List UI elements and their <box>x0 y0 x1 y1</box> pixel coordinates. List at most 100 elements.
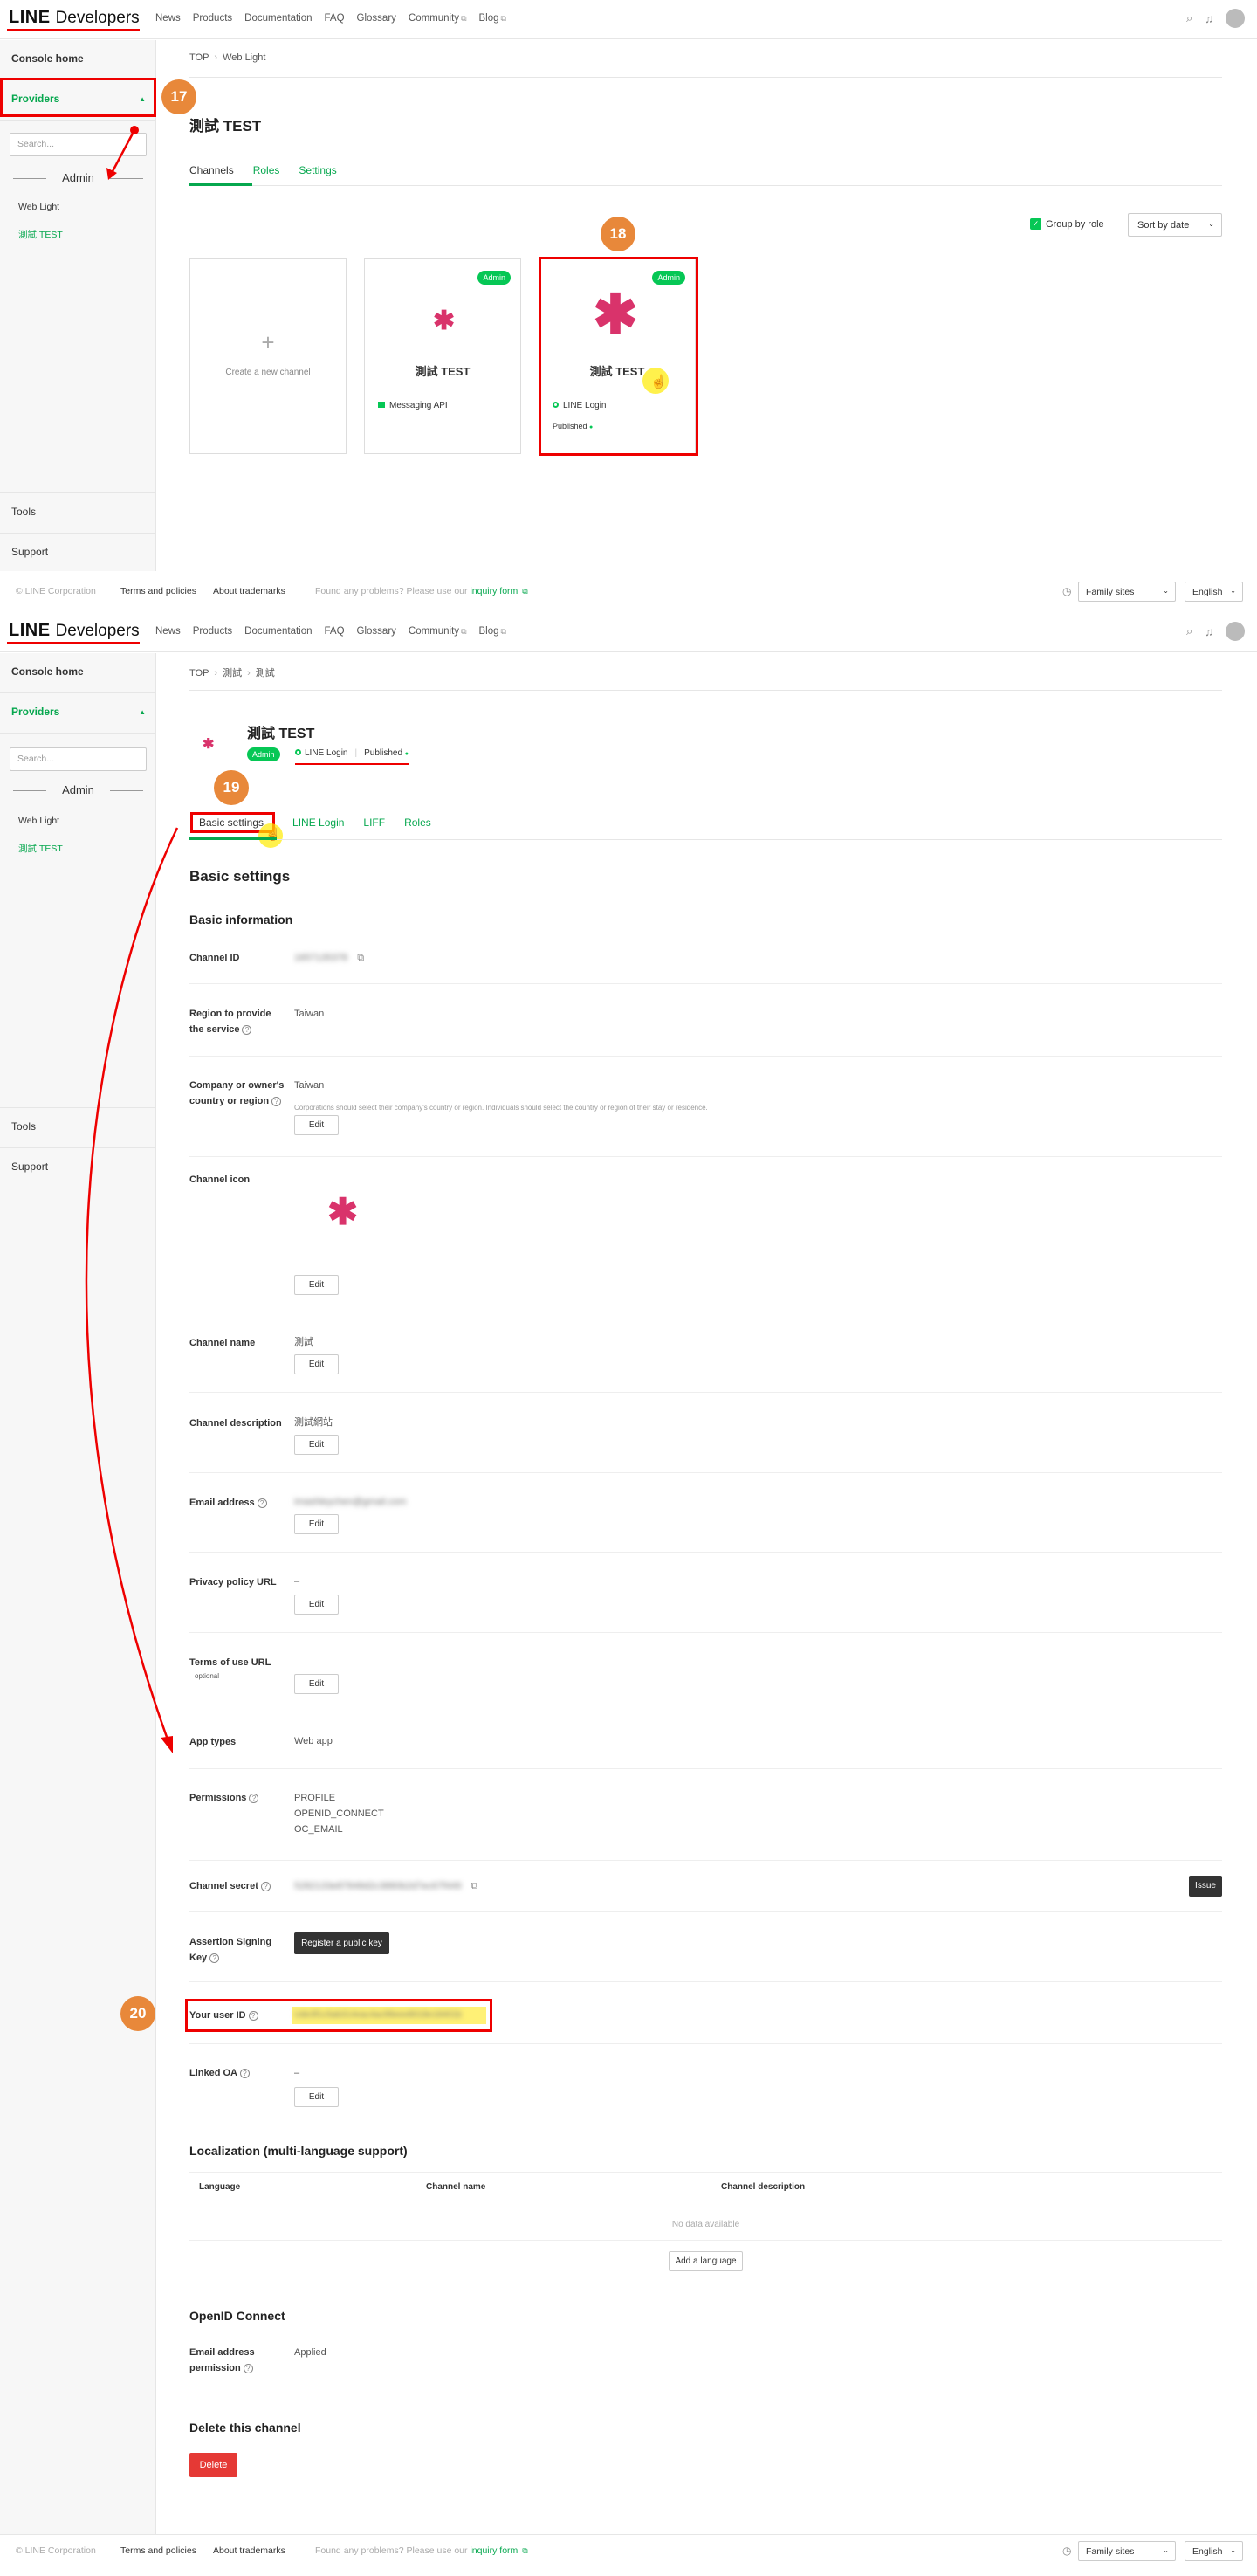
help-icon[interactable]: ? <box>249 1793 259 1803</box>
inquiry-form-link[interactable]: inquiry form <box>470 586 518 596</box>
permission-item: OC_EMAIL <box>294 1824 343 1835</box>
edit-email-button[interactable]: Edit <box>294 1514 339 1534</box>
channel-card-messaging-api[interactable]: Admin ✱ 測試 TEST Messaging API <box>364 258 521 454</box>
nav-news[interactable]: News <box>155 13 181 24</box>
nav-faq[interactable]: FAQ <box>325 626 345 637</box>
search-icon[interactable]: ⌕ <box>1186 624 1192 638</box>
nav-documentation[interactable]: Documentation <box>244 13 312 24</box>
help-icon[interactable]: ? <box>257 1498 267 1508</box>
channel-secret-value: 5282133e87848d2c3880b2d7ec67f449 <box>294 1881 462 1891</box>
admin-badge: Admin <box>247 747 280 761</box>
tab-roles[interactable]: Roles <box>404 816 431 829</box>
tab-roles[interactable]: Roles <box>253 164 280 176</box>
nav-community[interactable]: Community ⧉ <box>409 13 467 24</box>
line-developers-logo[interactable]: LINE Developers <box>9 8 140 28</box>
language-select[interactable]: English ⌄ <box>1185 2541 1243 2561</box>
nav-products[interactable]: Products <box>193 13 232 24</box>
divider <box>189 690 1222 691</box>
avatar[interactable] <box>1226 9 1245 28</box>
sidebar-provider-test[interactable]: 測試 TEST <box>18 842 63 855</box>
sidebar-provider-web-light[interactable]: Web Light <box>18 202 59 212</box>
create-channel-card[interactable]: + Create a new channel <box>189 258 347 454</box>
search-icon[interactable]: ⌕ <box>1186 11 1192 25</box>
nav-faq[interactable]: FAQ <box>325 13 345 24</box>
sidebar-provider-test[interactable]: 測試 TEST <box>18 228 63 241</box>
help-icon[interactable]: ? <box>271 1096 282 1106</box>
provider-search-input[interactable]: Search... <box>10 747 147 771</box>
notification-bell-icon[interactable]: ♫ <box>1205 625 1213 638</box>
nav-news[interactable]: News <box>155 626 181 637</box>
edit-company-region-button[interactable]: Edit <box>294 1115 339 1135</box>
register-public-key-button[interactable]: Register a public key <box>294 1932 389 1954</box>
region-value: Taiwan <box>294 1009 325 1019</box>
tab-settings[interactable]: Settings <box>299 164 336 176</box>
edit-terms-url-button[interactable]: Edit <box>294 1674 339 1694</box>
add-language-button[interactable]: Add a language <box>669 2251 743 2271</box>
family-sites-select[interactable]: Family sites ⌄ <box>1078 582 1176 602</box>
group-by-role-checkbox[interactable]: ✓ Group by role <box>1030 218 1104 230</box>
top-navigation-bar: LINE Developers News Products Documentati… <box>0 613 1257 652</box>
terms-link[interactable]: Terms and policies <box>120 586 196 596</box>
help-icon[interactable]: ? <box>243 2363 253 2373</box>
line-developers-logo[interactable]: LINE Developers <box>9 621 140 641</box>
sidebar-item-console-home[interactable]: Console home <box>0 653 156 693</box>
app-types-value: Web app <box>294 1736 333 1746</box>
optional-tag: optional <box>195 1672 220 1680</box>
channel-card-line-login[interactable]: Admin ✱ 測試 TEST LINE Login Published ● ☝ <box>539 258 696 454</box>
help-icon[interactable]: ? <box>242 1024 252 1035</box>
company-region-value: Taiwan <box>294 1080 325 1091</box>
notification-bell-icon[interactable]: ♫ <box>1205 12 1213 25</box>
sidebar-item-support[interactable]: Support <box>0 533 156 573</box>
issue-secret-button[interactable]: Issue <box>1189 1876 1222 1897</box>
tab-liff[interactable]: LIFF <box>363 816 385 829</box>
sort-select[interactable]: Sort by date ⌄ <box>1128 213 1222 237</box>
copy-icon[interactable]: ⧉ <box>471 1881 478 1891</box>
trademarks-link[interactable]: About trademarks <box>213 586 285 596</box>
channel-id-value: 1657135378 <box>294 953 348 963</box>
inquiry-form-link[interactable]: inquiry form <box>470 2545 518 2556</box>
edit-channel-icon-button[interactable]: Edit <box>294 1275 339 1295</box>
tab-channels[interactable]: Channels <box>189 164 234 176</box>
nav-blog[interactable]: Blog ⧉ <box>479 13 506 24</box>
channel-icon: ✱ <box>593 285 638 345</box>
sidebar-item-tools[interactable]: Tools <box>0 492 156 533</box>
field-label: Permissions <box>189 1793 247 1803</box>
edit-privacy-url-button[interactable]: Edit <box>294 1595 339 1615</box>
nav-products[interactable]: Products <box>193 626 232 637</box>
section-heading: Basic information <box>189 913 293 926</box>
trademarks-link[interactable]: About trademarks <box>213 2545 285 2556</box>
nav-blog[interactable]: Blog ⧉ <box>479 626 506 637</box>
user-id-value: Ude3f1c5ab314eac4ac99eee8018e18401b <box>294 2010 462 2020</box>
avatar[interactable] <box>1226 622 1245 641</box>
help-icon[interactable]: ? <box>248 2010 258 2021</box>
delete-channel-button[interactable]: Delete <box>189 2453 237 2477</box>
field-label: Region to provide the service <box>189 1009 271 1035</box>
main-nav: News Products Documentation FAQ Glossary… <box>155 13 506 24</box>
help-icon[interactable]: ? <box>210 1953 220 1963</box>
field-label: Email address <box>189 1498 255 1508</box>
line-login-icon <box>553 402 559 408</box>
nav-glossary[interactable]: Glossary <box>357 13 396 24</box>
sidebar-item-providers[interactable]: Providers ▲ <box>0 80 156 121</box>
help-icon[interactable]: ? <box>240 2068 251 2078</box>
sidebar-item-providers[interactable]: Providers ▲ <box>0 693 156 734</box>
edit-channel-name-button[interactable]: Edit <box>294 1354 339 1374</box>
family-sites-select[interactable]: Family sites ⌄ <box>1078 2541 1176 2561</box>
language-select[interactable]: English ⌄ <box>1185 582 1243 602</box>
help-icon[interactable]: ? <box>260 1881 271 1891</box>
company-region-note: Corporations should select their company… <box>294 1104 708 1112</box>
nav-community[interactable]: Community ⧉ <box>409 626 467 637</box>
privacy-url-value: – <box>294 1576 300 1587</box>
terms-link[interactable]: Terms and policies <box>120 2545 196 2556</box>
copy-icon[interactable]: ⧉ <box>357 953 364 963</box>
edit-linked-oa-button[interactable]: Edit <box>294 2087 339 2107</box>
sidebar-item-console-home[interactable]: Console home <box>0 40 156 80</box>
tab-line-login[interactable]: LINE Login <box>292 816 344 829</box>
logo-annotation-underline <box>7 29 140 31</box>
active-tab-indicator <box>189 183 252 186</box>
edit-channel-description-button[interactable]: Edit <box>294 1435 339 1455</box>
nav-documentation[interactable]: Documentation <box>244 626 312 637</box>
hand-cursor-icon: ☝ <box>650 375 667 389</box>
nav-glossary[interactable]: Glossary <box>357 626 396 637</box>
sidebar-provider-web-light[interactable]: Web Light <box>18 816 59 826</box>
